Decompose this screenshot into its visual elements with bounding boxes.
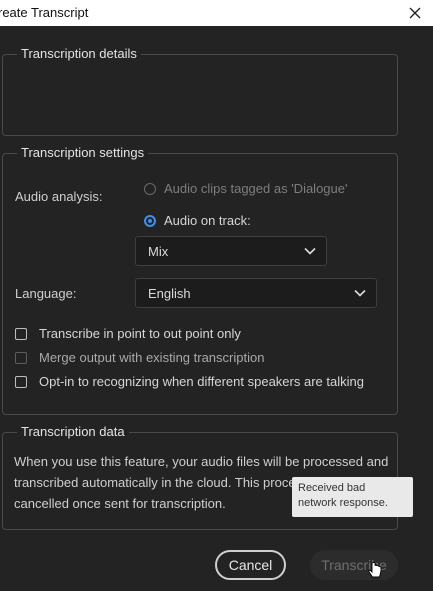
- transcription-data-legend: Transcription data: [17, 424, 129, 439]
- audio-analysis-label: Audio analysis:: [15, 189, 103, 204]
- track-select[interactable]: Mix: [135, 236, 327, 266]
- radio-audio-on-track[interactable]: Audio on track:: [144, 213, 251, 228]
- language-select-value: English: [148, 285, 191, 301]
- radio-dialogue-clips[interactable]: Audio clips tagged as 'Dialogue': [144, 181, 347, 196]
- radio-on-track-label: Audio on track:: [164, 213, 251, 228]
- checkbox-in-out-label: Transcribe in point to out point only: [39, 326, 241, 341]
- checkbox-merge-label: Merge output with existing transcription: [39, 350, 265, 365]
- tooltip-line-2: network response.: [298, 497, 388, 509]
- checkbox-merge-output[interactable]: Merge output with existing transcription: [15, 350, 264, 365]
- checkbox-icon: [15, 327, 27, 340]
- transcribe-button[interactable]: Transcribe: [310, 550, 398, 580]
- radio-off-icon: [144, 182, 156, 195]
- transcription-details-legend: Transcription details: [17, 46, 141, 61]
- title-bar: reate Transcript: [0, 0, 433, 26]
- language-select[interactable]: English: [135, 278, 377, 308]
- window-title: reate Transcript: [0, 5, 89, 20]
- close-button[interactable]: [403, 1, 427, 25]
- tooltip-line-1: Received bad: [298, 482, 366, 494]
- radio-dialogue-label: Audio clips tagged as 'Dialogue': [164, 181, 348, 196]
- cancel-button[interactable]: Cancel: [215, 550, 286, 580]
- checkbox-in-out-only[interactable]: Transcribe in point to out point only: [15, 326, 241, 341]
- transcription-settings-legend: Transcription settings: [17, 145, 149, 160]
- checkbox-icon: [15, 375, 27, 388]
- language-label: Language:: [15, 286, 77, 301]
- close-icon: [409, 7, 421, 19]
- checkbox-speakers[interactable]: Opt-in to recognizing when different spe…: [15, 374, 364, 389]
- checkbox-speakers-label: Opt-in to recognizing when different spe…: [39, 374, 364, 389]
- checkbox-icon: [15, 351, 27, 364]
- radio-on-icon: [144, 214, 156, 227]
- track-select-value: Mix: [148, 243, 169, 259]
- data-text-line-1: When you use this feature, your audio fi…: [14, 454, 389, 469]
- transcription-details-group: Transcription details: [2, 46, 398, 136]
- hand-cursor-icon: [368, 562, 382, 578]
- chevron-down-icon: [304, 247, 316, 255]
- chevron-down-icon: [354, 289, 366, 297]
- error-tooltip: Received bad network response.: [292, 477, 413, 517]
